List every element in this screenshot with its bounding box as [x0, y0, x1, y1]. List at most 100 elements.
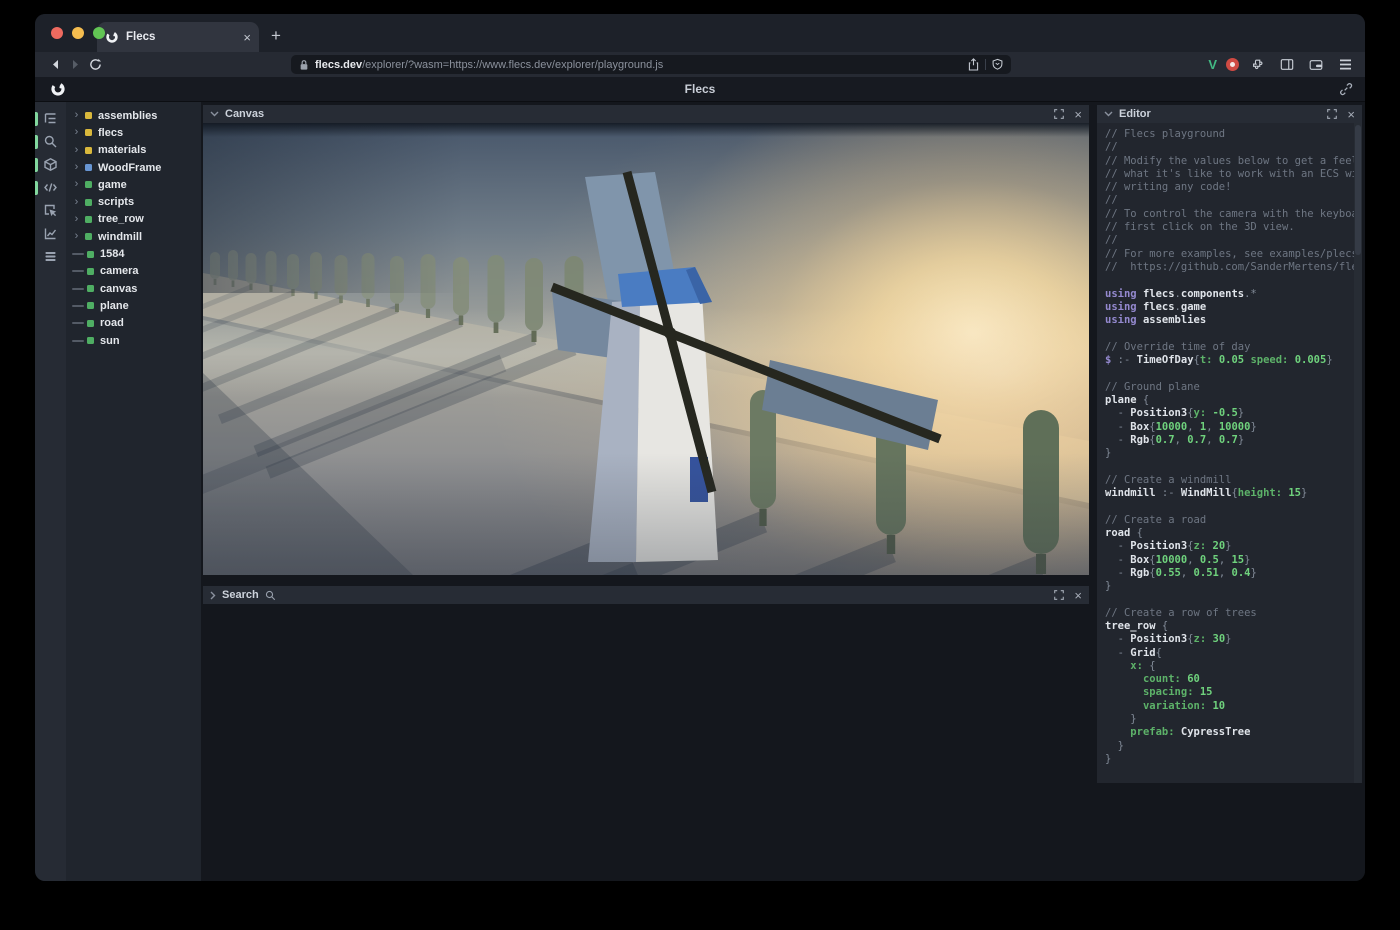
tree-item-plane[interactable]: plane: [66, 297, 201, 314]
tree-item-materials[interactable]: ›materials: [66, 142, 201, 159]
expand-caret-icon[interactable]: ›: [72, 110, 81, 121]
tree-item-label: assemblies: [98, 110, 157, 122]
tree-item-camera[interactable]: camera: [66, 263, 201, 280]
code-line: // Flecs playground: [1105, 128, 1362, 141]
entity-color-square: [85, 233, 92, 240]
tree-item-game[interactable]: ›game: [66, 176, 201, 193]
code-line: }: [1105, 580, 1362, 593]
sidebar-button-hierarchy[interactable]: [35, 107, 66, 130]
canvas-panel: Canvas ×: [203, 105, 1089, 575]
tree-item-flecs[interactable]: ›flecs: [66, 124, 201, 141]
code-line: - Rgb{0.7, 0.7, 0.7}: [1105, 434, 1362, 447]
editor-scrollbar[interactable]: [1354, 123, 1362, 783]
leaf-dash-icon: [72, 253, 84, 255]
expand-caret-icon[interactable]: ›: [72, 197, 81, 208]
wallet-icon[interactable]: [1306, 55, 1326, 75]
expand-caret-icon[interactable]: ›: [72, 145, 81, 156]
entity-color-square: [87, 251, 94, 258]
sidebar-button-inspect[interactable]: [35, 199, 66, 222]
entity-color-square: [85, 216, 92, 223]
tree-item-label: sun: [100, 335, 120, 347]
sidebar-button-cube[interactable]: [35, 153, 66, 176]
leaf-dash-icon: [72, 340, 84, 342]
extension-badge-icon[interactable]: [1226, 58, 1239, 71]
entity-color-square: [85, 199, 92, 206]
code-line: $ :- TimeOfDay{t: 0.05 speed: 0.005}: [1105, 354, 1362, 367]
sidebar-button-stats[interactable]: [35, 222, 66, 245]
brave-shield-icon[interactable]: [992, 58, 1003, 71]
chevron-down-icon[interactable]: [1104, 111, 1113, 117]
expand-caret-icon[interactable]: ›: [72, 179, 81, 190]
share-link-icon[interactable]: [1339, 82, 1353, 101]
chevron-right-icon[interactable]: [210, 591, 216, 600]
tree-item-assemblies[interactable]: › assemblies: [66, 107, 201, 124]
sidebar-button-logs[interactable]: [35, 245, 66, 268]
extensions-puzzle-icon[interactable]: [1248, 55, 1268, 75]
tree-item-sun[interactable]: sun: [66, 332, 201, 349]
share-icon[interactable]: [968, 58, 979, 71]
tree-item-windmill[interactable]: ›windmill: [66, 228, 201, 245]
search-icon: [265, 590, 276, 601]
canvas-panel-title: Canvas: [225, 108, 264, 120]
expand-caret-icon[interactable]: ›: [72, 214, 81, 225]
expand-caret-icon[interactable]: ›: [72, 162, 81, 173]
canvas-panel-header[interactable]: Canvas ×: [203, 105, 1089, 123]
close-icon[interactable]: ×: [1074, 108, 1082, 121]
reload-button[interactable]: [85, 55, 105, 75]
search-panel-header[interactable]: Search ×: [203, 586, 1089, 604]
menu-icon[interactable]: [1335, 55, 1355, 75]
code-line: - Position3{z: 30}: [1105, 633, 1362, 646]
tab-close-icon[interactable]: ×: [243, 31, 251, 44]
code-line: // To control the camera with the keyboa…: [1105, 208, 1362, 221]
address-bar[interactable]: flecs.dev/explorer/?wasm=https://www.fle…: [291, 55, 1011, 74]
tree-item-label: scripts: [98, 196, 134, 208]
vue-devtools-icon[interactable]: V: [1208, 57, 1217, 72]
code-line: - Box{10000, 1, 10000}: [1105, 421, 1362, 434]
code-line: //: [1105, 234, 1362, 247]
code-line: //: [1105, 194, 1362, 207]
fullscreen-icon[interactable]: [1327, 109, 1337, 119]
tree-item-tree_row[interactable]: ›tree_row: [66, 211, 201, 228]
tree-item-WoodFrame[interactable]: ›WoodFrame: [66, 159, 201, 176]
tree-item-1584[interactable]: 1584: [66, 245, 201, 262]
code-line: x: {: [1105, 660, 1362, 673]
browser-window: Flecs × + flecs.dev/explorer/?wasm=https…: [35, 14, 1365, 881]
expand-caret-icon[interactable]: ›: [72, 231, 81, 242]
screen-background: Flecs × + flecs.dev/explorer/?wasm=https…: [0, 0, 1400, 930]
active-indicator: [35, 158, 38, 172]
inspect-icon: [43, 203, 58, 218]
new-tab-button[interactable]: +: [271, 26, 281, 46]
back-button[interactable]: [45, 55, 65, 75]
tree-item-scripts[interactable]: › scripts: [66, 193, 201, 210]
tree-item-road[interactable]: road: [66, 315, 201, 332]
canvas-3d-scene[interactable]: [203, 123, 1089, 575]
window-minimize-button[interactable]: [72, 27, 84, 39]
close-icon[interactable]: ×: [1347, 108, 1355, 121]
sidebar-toggle-icon[interactable]: [1277, 55, 1297, 75]
window-zoom-button[interactable]: [93, 27, 105, 39]
entity-color-square: [87, 320, 94, 327]
code-line: [1105, 274, 1362, 287]
chevron-down-icon[interactable]: [210, 111, 219, 117]
sidebar-button-search[interactable]: [35, 130, 66, 153]
app-header: Flecs: [35, 77, 1365, 102]
leaf-dash-icon: [72, 322, 84, 324]
code-line: }: [1105, 753, 1362, 766]
close-icon[interactable]: ×: [1074, 589, 1082, 602]
editor-panel-title: Editor: [1119, 108, 1151, 120]
window-close-button[interactable]: [51, 27, 63, 39]
browser-tab[interactable]: Flecs ×: [97, 22, 259, 52]
code-line: tree_row {: [1105, 620, 1362, 633]
editor-panel-header[interactable]: Editor ×: [1097, 105, 1362, 123]
sidebar-button-code[interactable]: [35, 176, 66, 199]
fullscreen-icon[interactable]: [1054, 590, 1064, 600]
code-line: using flecs.components.*: [1105, 288, 1362, 301]
module-color-square: [85, 129, 92, 136]
expand-caret-icon[interactable]: ›: [72, 127, 81, 138]
tree-item-canvas[interactable]: canvas: [66, 280, 201, 297]
fullscreen-icon[interactable]: [1054, 109, 1064, 119]
tree-item-label: camera: [100, 265, 139, 277]
url-path: /explorer/?wasm=https://www.flecs.dev/ex…: [362, 59, 663, 71]
code-editor[interactable]: // Flecs playground//// Modify the value…: [1097, 123, 1362, 783]
forward-button[interactable]: [65, 55, 85, 75]
